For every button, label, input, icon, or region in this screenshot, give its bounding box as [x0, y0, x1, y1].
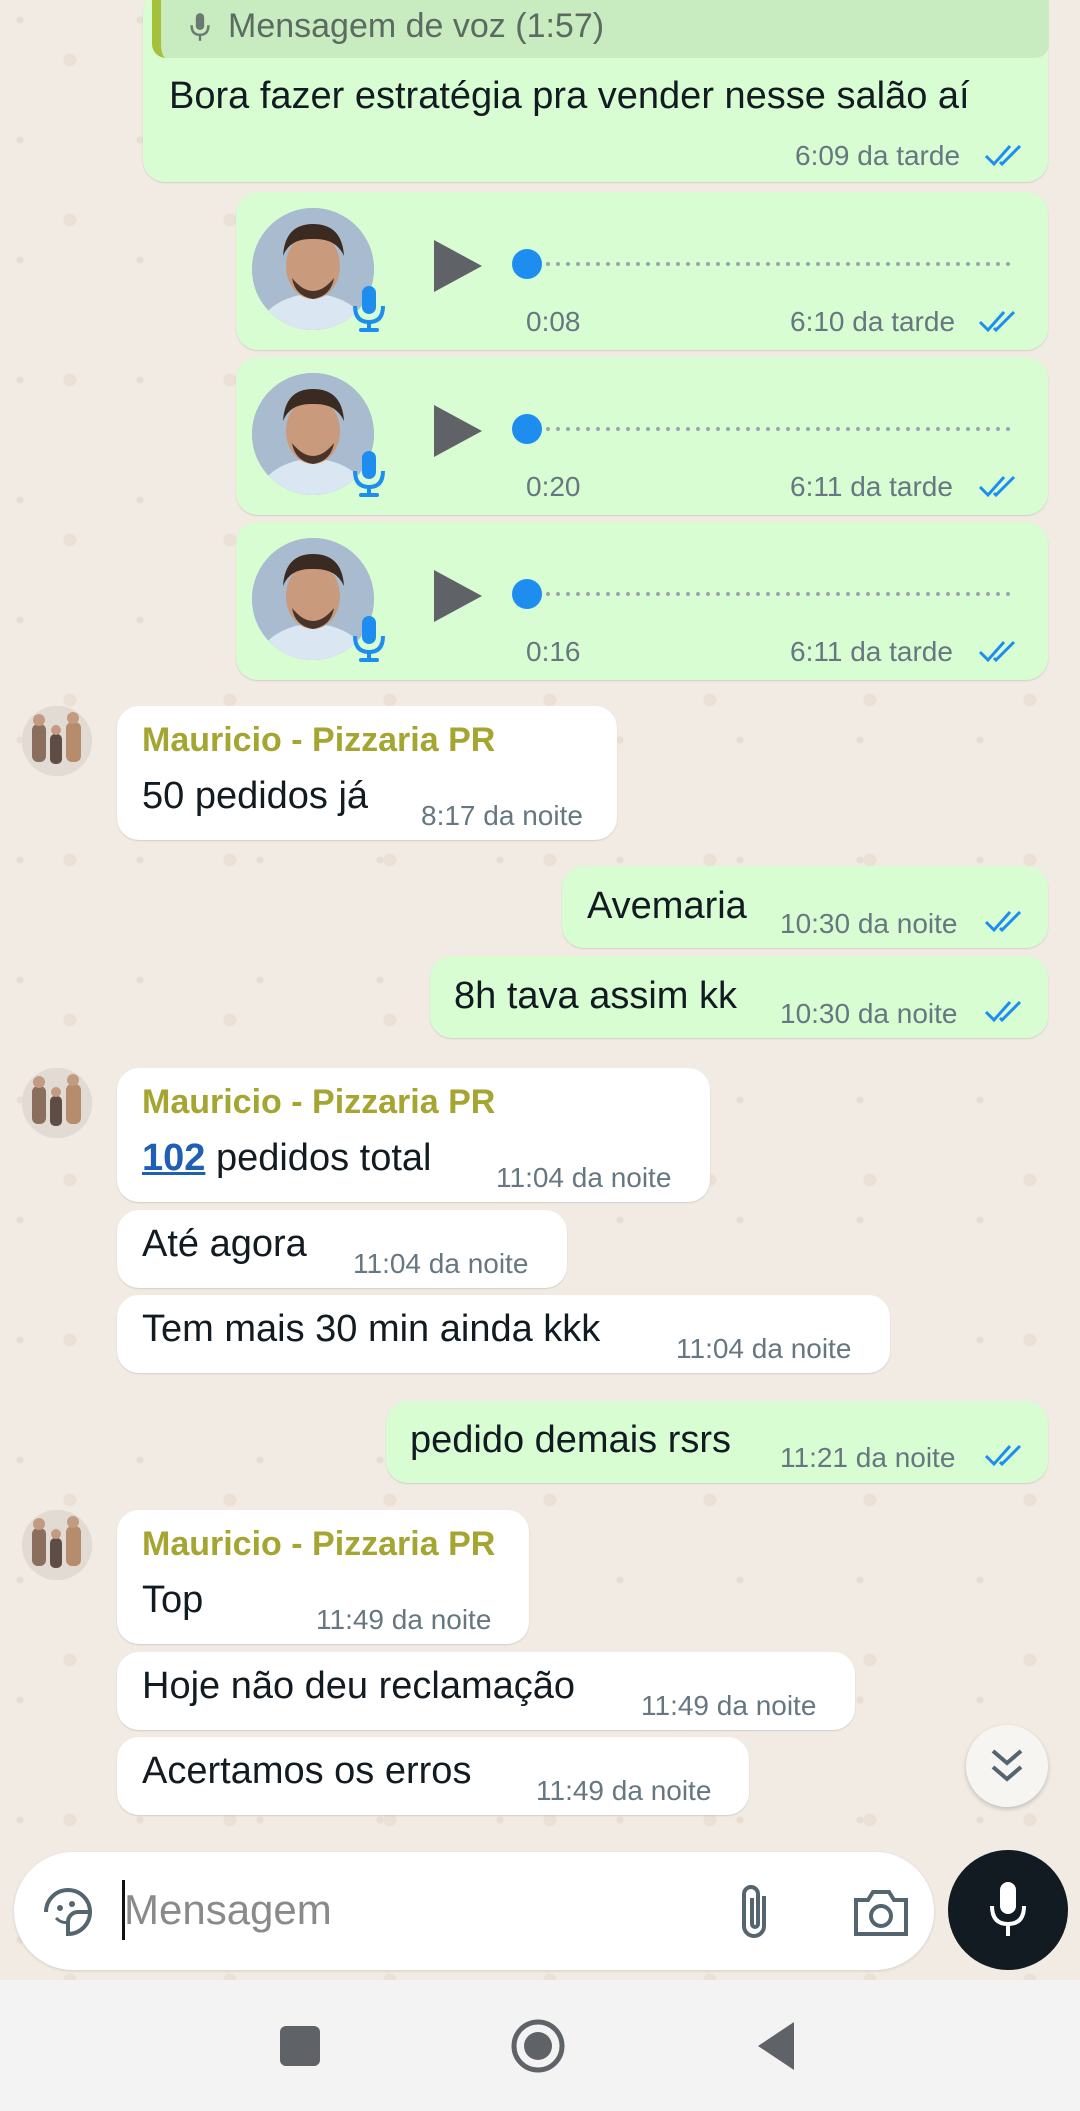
double-check-icon	[978, 636, 1022, 666]
message-time: 11:21 da noite	[780, 1442, 956, 1473]
attach-icon[interactable]	[736, 1882, 776, 1942]
voice-duration: 0:16	[526, 636, 581, 667]
message-text: Avemaria	[587, 885, 747, 927]
double-check-icon	[984, 1440, 1028, 1470]
nav-back-icon[interactable]	[754, 2020, 798, 2072]
message-time: 10:30 da noite	[780, 908, 958, 939]
message-text: 8h tava assim kk	[454, 975, 737, 1017]
message-text: Até agora	[142, 1223, 307, 1265]
message-time: 11:04 da noite	[496, 1162, 672, 1193]
message-composer[interactable]: Mensagem	[14, 1852, 934, 1970]
message-text: Bora fazer estratégia pra vender nesse s…	[169, 75, 970, 117]
mic-icon	[350, 449, 388, 499]
scroll-down-button[interactable]	[966, 1725, 1048, 1807]
camera-icon[interactable]	[852, 1886, 910, 1938]
message-input[interactable]: Mensagem	[124, 1886, 332, 1934]
quoted-mic-icon	[190, 13, 210, 41]
message-time: 11:49 da noite	[536, 1775, 712, 1806]
message-time: 8:17 da noite	[421, 800, 583, 831]
sender-avatar[interactable]	[22, 1510, 92, 1580]
message-time: 6:11 da tarde	[790, 636, 953, 667]
double-check-icon	[978, 471, 1022, 501]
voice-waveform[interactable]	[546, 262, 1010, 266]
message-text: Acertamos os erros	[142, 1750, 472, 1792]
message-text: Top	[142, 1579, 204, 1621]
nav-home-icon[interactable]	[510, 2018, 566, 2074]
voice-progress-handle[interactable]	[512, 414, 542, 444]
message-text-rest: pedidos total	[205, 1137, 432, 1179]
scroll-down-icon	[991, 1749, 1023, 1782]
message-text: Hoje não deu reclamação	[142, 1665, 576, 1707]
message-text: Tem mais 30 min ainda kkk	[142, 1308, 601, 1350]
mic-icon	[350, 614, 388, 664]
voice-progress-handle[interactable]	[512, 249, 542, 279]
message-time: 6:09 da tarde	[795, 140, 961, 171]
sticker-icon[interactable]	[40, 1884, 96, 1940]
double-check-icon	[984, 996, 1028, 1026]
message-time: 11:49 da noite	[316, 1604, 492, 1635]
voice-record-button[interactable]	[948, 1850, 1068, 1970]
mic-icon	[350, 284, 388, 334]
message-time: 11:49 da noite	[641, 1690, 817, 1721]
sender-name[interactable]: Mauricio - Pizzaria PR	[142, 1524, 495, 1564]
sender-avatar[interactable]	[22, 706, 92, 776]
quoted-message-text: Mensagem de voz (1:57)	[228, 7, 605, 45]
double-check-icon	[978, 306, 1022, 336]
double-check-icon	[984, 140, 1028, 170]
message-text: 102 pedidos total	[142, 1136, 431, 1180]
message-time: 6:10 da tarde	[790, 306, 956, 337]
system-navigation-bar	[0, 1980, 1080, 2111]
voice-duration: 0:20	[526, 471, 581, 502]
voice-progress-handle[interactable]	[512, 579, 542, 609]
voice-duration: 0:08	[526, 306, 581, 337]
play-icon[interactable]	[430, 236, 486, 296]
mic-icon	[990, 1882, 1026, 1936]
play-icon[interactable]	[430, 401, 486, 461]
message-time: 6:11 da tarde	[790, 471, 953, 502]
sender-avatar[interactable]	[22, 1068, 92, 1138]
message-time: 10:30 da noite	[780, 998, 958, 1029]
message-time: 11:04 da noite	[676, 1333, 852, 1364]
sender-name[interactable]: Mauricio - Pizzaria PR	[142, 720, 495, 760]
voice-waveform[interactable]	[546, 427, 1010, 431]
message-time: 11:04 da noite	[353, 1248, 529, 1279]
sender-name[interactable]: Mauricio - Pizzaria PR	[142, 1082, 495, 1122]
double-check-icon	[984, 906, 1028, 936]
message-text: 50 pedidos já	[142, 775, 369, 817]
message-text: pedido demais rsrs	[410, 1419, 732, 1461]
play-icon[interactable]	[430, 566, 486, 626]
nav-recent-icon[interactable]	[278, 2024, 322, 2068]
number-link[interactable]: 102	[142, 1137, 205, 1179]
voice-waveform[interactable]	[546, 592, 1010, 596]
